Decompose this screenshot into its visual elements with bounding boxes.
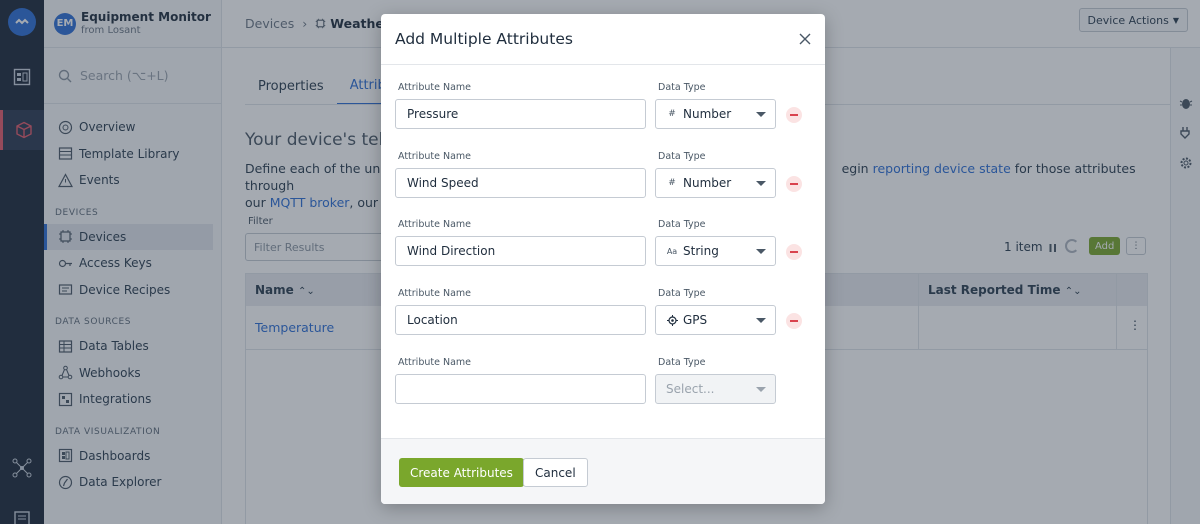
attribute-name-label: Attribute Name	[398, 357, 471, 368]
data-type-label: Data Type	[658, 82, 706, 93]
attribute-name-label: Attribute Name	[398, 288, 471, 299]
chevron-down-icon	[756, 181, 766, 186]
data-type-placeholder: Select...	[666, 382, 715, 396]
attribute-name-input[interactable]: Location	[395, 305, 646, 335]
attribute-name-value: Wind Speed	[407, 176, 479, 190]
attribute-name-input[interactable]: Wind Speed	[395, 168, 646, 198]
minus-icon	[790, 251, 798, 253]
minus-icon	[790, 114, 798, 116]
attribute-name-value: Location	[407, 313, 458, 327]
attribute-name-label: Attribute Name	[398, 82, 471, 93]
string-type-icon: Aa	[666, 246, 678, 256]
add-multiple-attributes-modal: Add Multiple Attributes Attribute Name D…	[381, 14, 825, 504]
chevron-down-icon	[756, 387, 766, 392]
data-type-select[interactable]: Aa String	[655, 236, 776, 266]
data-type-label: Data Type	[658, 357, 706, 368]
attribute-name-label: Attribute Name	[398, 151, 471, 162]
attribute-name-input[interactable]: Wind Direction	[395, 236, 646, 266]
gps-icon	[666, 314, 678, 326]
attribute-row: Attribute Name Data Type Wind Speed # Nu…	[381, 134, 825, 200]
attribute-name-input[interactable]	[395, 374, 646, 404]
attribute-name-value: Pressure	[407, 107, 459, 121]
attribute-name-label: Attribute Name	[398, 219, 471, 230]
data-type-value: Number	[683, 107, 732, 121]
modal-footer: Create Attributes Cancel	[381, 438, 825, 504]
remove-row-button[interactable]	[786, 313, 802, 329]
data-type-label: Data Type	[658, 151, 706, 162]
chevron-down-icon	[756, 318, 766, 323]
remove-row-button[interactable]	[786, 244, 802, 260]
close-icon[interactable]	[799, 33, 811, 45]
attribute-row: Attribute Name Data Type Pressure # Numb…	[381, 65, 825, 131]
cancel-button[interactable]: Cancel	[523, 458, 588, 487]
remove-row-button[interactable]	[786, 107, 802, 123]
data-type-value: String	[683, 244, 719, 258]
data-type-select[interactable]: Select...	[655, 374, 776, 404]
attribute-name-value: Wind Direction	[407, 244, 496, 258]
data-type-label: Data Type	[658, 288, 706, 299]
create-attributes-button[interactable]: Create Attributes	[399, 458, 524, 487]
minus-icon	[790, 183, 798, 185]
attribute-row: Attribute Name Data Type Wind Direction …	[381, 202, 825, 268]
modal-title: Add Multiple Attributes	[395, 30, 573, 48]
data-type-value: Number	[683, 176, 732, 190]
remove-row-button[interactable]	[786, 176, 802, 192]
attribute-name-input[interactable]: Pressure	[395, 99, 646, 129]
data-type-select[interactable]: # Number	[655, 99, 776, 129]
number-type-icon: #	[668, 109, 676, 119]
attribute-row: Attribute Name Data Type Select...	[381, 340, 825, 406]
data-type-select[interactable]: # Number	[655, 168, 776, 198]
chevron-down-icon	[756, 112, 766, 117]
data-type-value: GPS	[683, 313, 708, 327]
data-type-label: Data Type	[658, 219, 706, 230]
modal-body: Attribute Name Data Type Pressure # Numb…	[381, 65, 825, 438]
chevron-down-icon	[756, 249, 766, 254]
minus-icon	[790, 320, 798, 322]
number-type-icon: #	[668, 178, 676, 188]
modal-header: Add Multiple Attributes	[381, 14, 825, 65]
attribute-row: Attribute Name Data Type Location GPS	[381, 271, 825, 337]
data-type-select[interactable]: GPS	[655, 305, 776, 335]
